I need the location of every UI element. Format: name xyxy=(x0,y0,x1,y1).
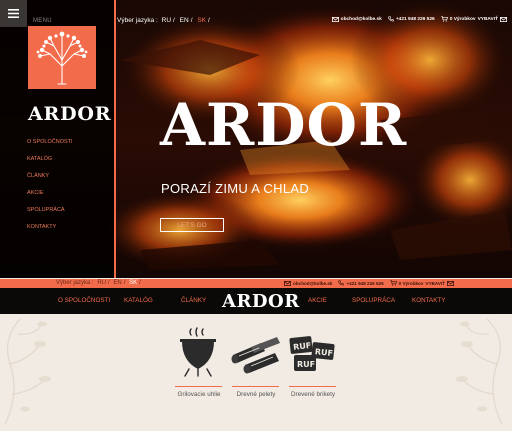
sidebar-item-cooperation[interactable]: SPOLUPRÁCA xyxy=(27,205,73,222)
email-text: obchod@kolbe.sk xyxy=(340,16,382,22)
checkout-envelope-icon xyxy=(500,16,507,22)
svg-text:RUF: RUF xyxy=(293,341,312,352)
contact-info-bar: obchod@kolbe.sk +421 948 226 526 0 Výrob… xyxy=(284,280,454,286)
cart-count: 0 Výrobkov xyxy=(449,16,476,22)
cart-link[interactable]: 0 Výrobkov VYBAVIŤ xyxy=(389,280,454,286)
cart-icon xyxy=(389,280,397,286)
grill-icon xyxy=(180,327,216,377)
language-selector: Výber jazyka : RU / EN / SK / xyxy=(117,17,213,24)
sidebar-divider xyxy=(114,0,116,278)
category-wood-pellets[interactable] xyxy=(231,325,281,382)
cart-count: 0 Výrobkov xyxy=(398,280,424,286)
sidebar-item-articles[interactable]: ČLÁNKY xyxy=(27,171,73,188)
lets-go-button[interactable]: LET'S GO xyxy=(160,218,224,232)
nav-item-contacts[interactable]: KONTAKTY xyxy=(412,297,445,304)
category-wood-briquettes[interactable]: RUF RUF RUF xyxy=(288,325,338,382)
phone-icon xyxy=(388,16,394,22)
lang-ru[interactable]: RU xyxy=(97,280,106,286)
menu-button[interactable] xyxy=(0,0,27,27)
lang-en[interactable]: EN xyxy=(113,280,121,286)
lang-sk[interactable]: SK xyxy=(129,280,137,286)
hero-title: ARDOR xyxy=(160,91,408,159)
nav-item-offers[interactable]: AKCIE xyxy=(308,297,327,304)
nav-item-cooperation[interactable]: SPOLUPRÁCA xyxy=(352,297,395,304)
phone-icon xyxy=(338,280,345,286)
lang-separator: / xyxy=(123,280,126,286)
lang-separator: / xyxy=(207,17,210,24)
sidebar-nav: O SPOLOČNOSTI KATALÓG ČLÁNKY AKCIE SPOLU… xyxy=(27,137,73,239)
floral-ornament-left xyxy=(4,318,51,425)
category-grilling-charcoal[interactable] xyxy=(175,325,225,382)
nav-item-articles[interactable]: ČLÁNKY xyxy=(181,297,206,304)
envelope-icon xyxy=(331,16,339,22)
category-underline xyxy=(232,386,279,387)
email-link[interactable]: obchod@kolbe.sk xyxy=(331,16,382,22)
contact-info: obchod@kolbe.sk +421 948 226 526 0 Výrob… xyxy=(331,16,507,22)
info-bar: Výber jazyka : RU / EN / SK / obchod@kolbe.… xyxy=(0,279,512,288)
menu-label: MENU xyxy=(33,18,52,24)
phone-text: +421 948 226 526 xyxy=(395,16,435,22)
language-label: Výber jazyka : xyxy=(117,17,158,24)
ruf-briquettes-icon: RUF RUF RUF xyxy=(289,336,335,371)
cart-checkout[interactable]: VYBAVIŤ xyxy=(478,17,498,22)
email-text: obchod@kolbe.sk xyxy=(293,280,333,286)
lang-separator: / xyxy=(173,17,175,24)
sidebar-item-offers[interactable]: AKCIE xyxy=(27,188,73,205)
phone-link[interactable]: +421 948 226 526 xyxy=(338,280,384,286)
checkout-envelope-icon xyxy=(447,280,454,286)
nav-item-catalog[interactable]: KATALÓG xyxy=(124,297,153,304)
hero-subtitle: PORAZÍ ZIMU A CHLAD xyxy=(161,181,310,196)
lang-en[interactable]: EN xyxy=(180,17,189,24)
lang-separator: / xyxy=(108,280,110,286)
nav-item-company[interactable]: O SPOLOČNOSTI xyxy=(58,297,110,304)
category-label[interactable]: Drevené brikety xyxy=(278,391,348,398)
cart-link[interactable]: 0 Výrobkov VYBAVIŤ xyxy=(440,16,507,22)
sidebar-brand: ARDOR xyxy=(28,103,112,125)
lang-separator: / xyxy=(139,280,141,286)
nav-brand-logo[interactable]: ARDOR xyxy=(222,291,300,312)
wood-pellets-icon xyxy=(231,337,280,374)
hamburger-icon xyxy=(8,9,19,18)
sidebar-item-catalog[interactable]: KATALÓG xyxy=(27,154,73,171)
phone-link[interactable]: +421 948 226 526 xyxy=(388,16,435,22)
svg-text:RUF: RUF xyxy=(314,347,333,358)
cart-icon xyxy=(440,16,448,22)
lang-sk[interactable]: SK xyxy=(197,17,206,24)
category-underline xyxy=(175,386,222,387)
language-label: Výber jazyka : xyxy=(56,280,94,286)
floral-ornament-right xyxy=(456,318,503,425)
category-underline xyxy=(289,386,336,387)
lang-ru[interactable]: RU xyxy=(162,17,171,24)
language-selector-bar: Výber jazyka : RU / EN / SK / xyxy=(56,280,143,286)
lang-separator: / xyxy=(190,17,193,24)
phone-text: +421 948 226 526 xyxy=(346,280,384,286)
envelope-icon xyxy=(284,280,292,286)
hero-banner: MENU ARDOR O SPOLOČNOSTI KATALÓG ČLÁNKY … xyxy=(0,0,512,278)
sidebar-item-contacts[interactable]: KONTAKTY xyxy=(27,222,73,239)
main-nav: O SPOLOČNOSTI KATALÓG ČLÁNKY ARDOR AKCIE… xyxy=(0,288,512,314)
email-link[interactable]: obchod@kolbe.sk xyxy=(284,281,332,286)
svg-text:RUF: RUF xyxy=(297,360,315,369)
tree-icon xyxy=(36,31,88,85)
cart-checkout[interactable]: VYBAVIŤ xyxy=(425,281,445,286)
tree-logo[interactable] xyxy=(28,26,96,89)
sidebar-item-company[interactable]: O SPOLOČNOSTI xyxy=(27,137,73,154)
category-section: Grilovacie uhlie Drevné pelety RUF RUF R… xyxy=(0,314,512,431)
